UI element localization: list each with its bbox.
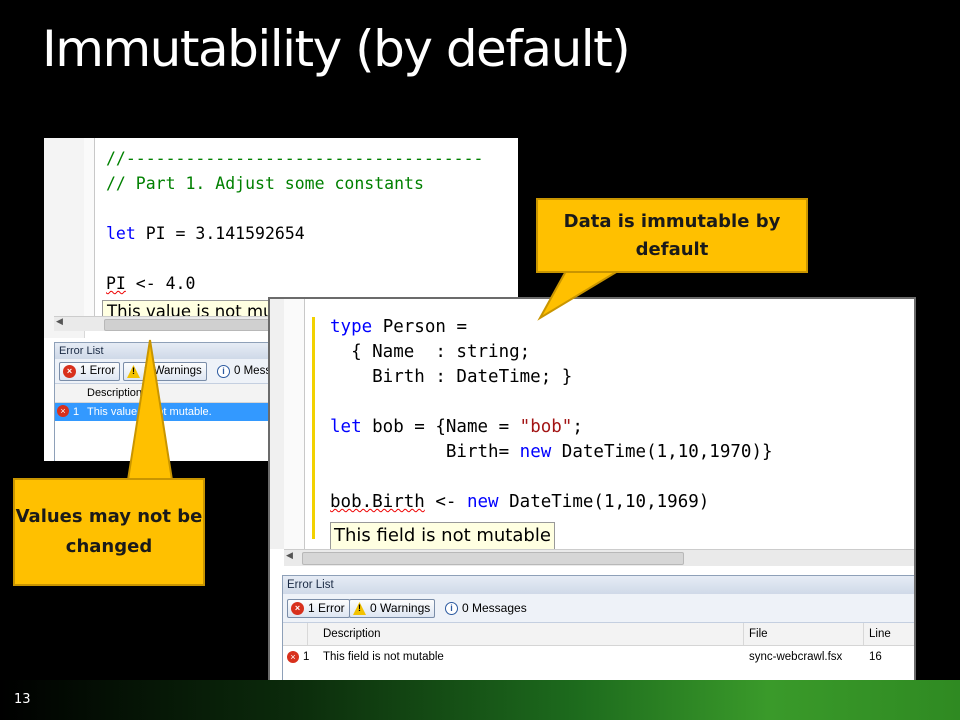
footer-gradient-bar <box>0 680 960 720</box>
callout-values-unchanged: Values may not be changed <box>13 478 205 586</box>
callout-data-immutable: Data is immutable by default <box>536 198 808 273</box>
callout-tail-immutable <box>126 269 622 482</box>
slide-number: 13 <box>14 692 31 707</box>
